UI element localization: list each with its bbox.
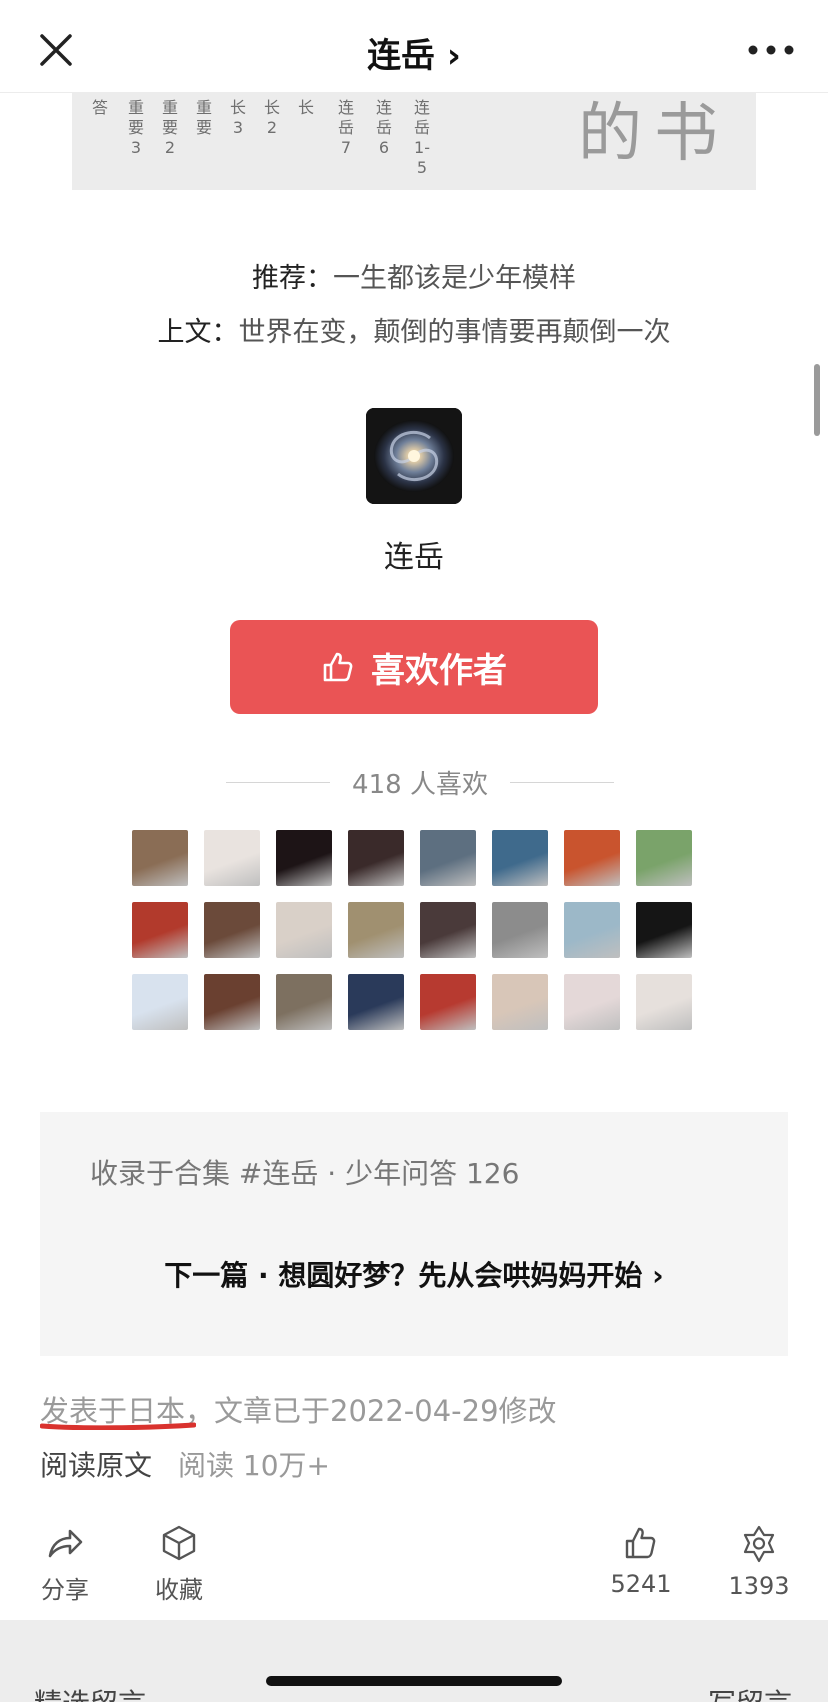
selected-comments-label: 精选留言 [34, 1682, 146, 1702]
author-avatar[interactable] [366, 408, 462, 504]
likes-count: 418 人喜欢 [352, 769, 488, 800]
recommend-title: 一生都该是少年模样 [333, 263, 576, 294]
thumbs-up-icon [323, 652, 353, 682]
liker-avatar[interactable] [276, 830, 332, 886]
banner-label: 长3 [229, 98, 246, 137]
liker-avatar[interactable] [348, 830, 404, 886]
liker-avatar[interactable] [492, 974, 548, 1030]
banner-label: 重要2 [161, 98, 178, 157]
nav-title[interactable]: 连岳 › [0, 28, 828, 77]
galaxy-avatar [366, 408, 462, 504]
liker-avatar[interactable] [204, 830, 260, 886]
liker-avatar[interactable] [132, 974, 188, 1030]
liker-avatar[interactable] [492, 902, 548, 958]
red-underline-annotation [40, 1422, 196, 1430]
banner-label: 长2 [263, 98, 280, 137]
like-button[interactable]: 5241 [596, 1524, 686, 1598]
banner-label: 连岳1-5 [413, 98, 430, 177]
top-nav: 连岳 › [0, 0, 828, 93]
like-author-label: 喜欢作者 [371, 650, 507, 691]
liker-avatar[interactable] [348, 974, 404, 1030]
share-icon [48, 1529, 83, 1558]
thumbs-up-icon [625, 1527, 656, 1559]
liker-avatar[interactable] [204, 902, 260, 958]
wow-button[interactable]: 1393 [714, 1524, 804, 1600]
divider [510, 781, 614, 783]
previous-link[interactable]: 上文：世界在变，颠倒的事情要再颠倒一次 [0, 310, 828, 349]
action-bar: 分享 收藏 5241 1393 [0, 1514, 828, 1624]
liker-avatar[interactable] [420, 974, 476, 1030]
share-label: 分享 [41, 1576, 89, 1604]
likes-count-row: 418 人喜欢 [226, 764, 614, 800]
read-row: 阅读原文 阅读 10万+ [40, 1444, 330, 1484]
banner-label: 答 [91, 98, 108, 117]
next-article-link[interactable]: 下一篇 · 想圆好梦？先从会哄妈妈开始 › [40, 1254, 788, 1294]
liker-avatar[interactable] [636, 830, 692, 886]
more-dots-icon[interactable] [744, 30, 798, 70]
liker-avatar[interactable] [564, 830, 620, 886]
divider [226, 781, 330, 783]
recommend-link[interactable]: 推荐：一生都该是少年模样 [0, 256, 828, 295]
recommend-label: 推荐： [252, 263, 333, 294]
liker-avatar[interactable] [636, 974, 692, 1030]
comments-header: 精选留言 写留言 [0, 1620, 828, 1702]
liker-avatar[interactable] [564, 974, 620, 1030]
collection-tag[interactable]: 收录于合集 #连岳 · 少年问答 126 [90, 1152, 519, 1192]
write-comment-button[interactable]: 写留言 [708, 1682, 792, 1702]
liker-avatar[interactable] [204, 974, 260, 1030]
favorite-button[interactable]: 收藏 [134, 1524, 224, 1605]
banner-label: 长 [297, 98, 314, 117]
read-original-link[interactable]: 阅读原文 [40, 1449, 152, 1482]
banner-label: 连岳6 [375, 98, 392, 157]
liker-avatar[interactable] [348, 902, 404, 958]
wow-count: 1393 [728, 1572, 790, 1600]
star-flower-icon [743, 1525, 775, 1563]
read-count: 阅读 10万+ [178, 1449, 331, 1482]
liker-avatar[interactable] [492, 830, 548, 886]
previous-title: 世界在变，颠倒的事情要再颠倒一次 [238, 317, 671, 348]
like-author-button[interactable]: 喜欢作者 [230, 620, 598, 714]
banner-big-text: 的书 [578, 97, 730, 171]
liker-avatar[interactable] [420, 902, 476, 958]
liker-avatar[interactable] [564, 902, 620, 958]
article-banner-image: 答 重要3 重要2 重要 长3 长2 长 连岳7 连岳6 连岳1-5 的书 [72, 92, 756, 190]
liker-avatar[interactable] [132, 902, 188, 958]
like-count: 5241 [610, 1570, 672, 1598]
banner-label: 重要 [195, 98, 212, 137]
favorite-label: 收藏 [155, 1576, 203, 1604]
liker-avatar[interactable] [276, 902, 332, 958]
home-indicator[interactable] [266, 1676, 562, 1686]
banner-label: 连岳7 [337, 98, 354, 157]
scrollbar[interactable] [814, 364, 820, 436]
share-button[interactable]: 分享 [20, 1524, 110, 1605]
liker-avatar[interactable] [276, 974, 332, 1030]
banner-label: 重要3 [127, 98, 144, 157]
liker-avatar[interactable] [636, 902, 692, 958]
cube-icon [162, 1525, 196, 1561]
liker-avatar[interactable] [132, 830, 188, 886]
previous-label: 上文： [157, 317, 239, 348]
author-name[interactable]: 连岳 [0, 532, 828, 576]
collection-box: 收录于合集 #连岳 · 少年问答 126 下一篇 · 想圆好梦？先从会哄妈妈开始… [40, 1112, 788, 1356]
liker-avatar[interactable] [420, 830, 476, 886]
